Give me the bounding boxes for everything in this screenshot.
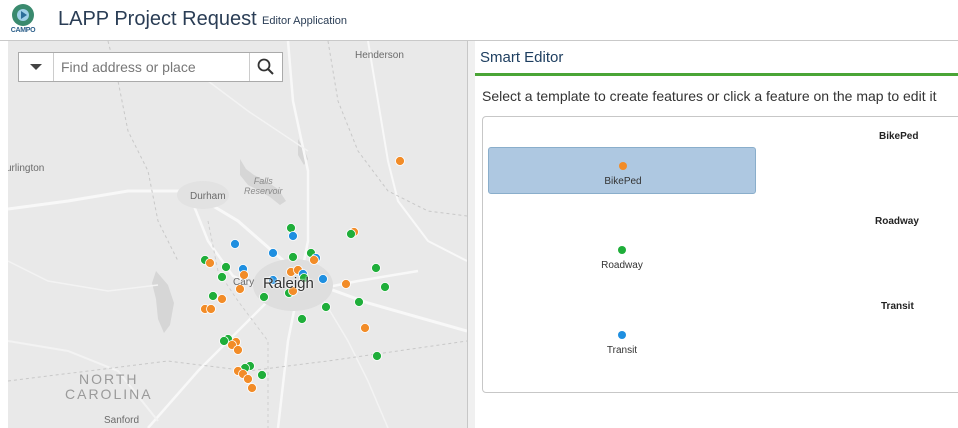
editor-instructions: Select a template to create features or …	[482, 88, 937, 104]
bikeped-feature-point[interactable]	[243, 374, 253, 384]
roadway-feature-point[interactable]	[297, 314, 307, 324]
roadway-feature-point[interactable]	[221, 262, 231, 272]
panel-title: Smart Editor	[480, 49, 564, 66]
label-durham: Durham	[190, 191, 226, 202]
label-falls-reservoir: Falls Reservoir	[244, 176, 283, 196]
bikeped-feature-point[interactable]	[341, 279, 351, 289]
roadway-feature-point[interactable]	[208, 291, 218, 301]
roadway-feature-point[interactable]	[257, 370, 267, 380]
bikeped-feature-point[interactable]	[395, 156, 405, 166]
transit-feature-point[interactable]	[288, 231, 298, 241]
roadway-feature-point[interactable]	[286, 223, 296, 233]
template-label: BikePed	[604, 176, 642, 187]
group-heading-transit: Transit	[881, 301, 914, 312]
template-label: Roadway	[601, 260, 643, 271]
roadway-feature-point[interactable]	[380, 282, 390, 292]
roadway-feature-point[interactable]	[259, 292, 269, 302]
panel-accent-bar	[475, 73, 958, 76]
template-roadway[interactable]: Roadway	[488, 232, 756, 279]
template-label: Transit	[606, 345, 638, 356]
roadway-feature-point[interactable]	[219, 336, 229, 346]
roadway-feature-point[interactable]	[288, 252, 298, 262]
roadway-feature-point[interactable]	[354, 297, 364, 307]
bikeped-feature-point[interactable]	[205, 258, 215, 268]
roadway-feature-point[interactable]	[371, 263, 381, 273]
caret-down-icon	[30, 64, 42, 70]
bikeped-feature-point[interactable]	[233, 345, 243, 355]
bikeped-feature-point[interactable]	[247, 383, 257, 393]
template-transit[interactable]: Transit	[488, 317, 756, 364]
template-bikeped[interactable]: BikePed	[488, 147, 756, 194]
panel-header: Smart Editor	[475, 41, 958, 73]
play-icon	[21, 11, 27, 19]
roadway-feature-point[interactable]	[321, 302, 331, 312]
search-input[interactable]	[61, 57, 241, 77]
bikeped-feature-point[interactable]	[217, 294, 227, 304]
bikeped-feature-point[interactable]	[309, 255, 319, 265]
group-heading-roadway: Roadway	[875, 216, 919, 227]
search-icon	[257, 58, 274, 75]
label-north-carolina: NORTH CAROLINA	[65, 371, 153, 402]
app-title: LAPP Project Request	[58, 8, 257, 30]
label-henderson: Henderson	[355, 50, 404, 61]
search-source-dropdown[interactable]	[19, 53, 54, 81]
roadway-feature-point[interactable]	[346, 229, 356, 239]
group-heading-bikeped: BikePed	[879, 131, 919, 142]
map-view[interactable]: Henderson urlington Durham Falls Reservo…	[8, 41, 467, 428]
template-picker: BikePed BikePed Roadway Roadway Transit …	[482, 116, 958, 393]
campo-logo: CAMPO	[8, 4, 38, 38]
transit-symbol-icon	[618, 331, 626, 339]
label-cary: Cary	[233, 277, 255, 288]
bikeped-feature-point[interactable]	[206, 304, 216, 314]
search-widget	[18, 52, 283, 82]
roadway-feature-point[interactable]	[372, 351, 382, 361]
app-header: CAMPO LAPP Project Request Editor Applic…	[0, 0, 958, 41]
feature-layer[interactable]	[8, 41, 467, 428]
roadway-feature-point[interactable]	[217, 272, 227, 282]
logo-text: CAMPO	[10, 27, 36, 34]
panel-splitter[interactable]	[467, 41, 475, 428]
label-sanford: Sanford	[104, 415, 140, 426]
transit-feature-point[interactable]	[268, 248, 278, 258]
app-subtitle: Editor Application	[262, 15, 347, 27]
search-button[interactable]	[249, 53, 282, 81]
smart-editor-panel: Smart Editor Select a template to create…	[475, 41, 958, 428]
bikeped-symbol-icon	[619, 162, 627, 170]
roadway-symbol-icon	[618, 246, 626, 254]
label-raleigh: Raleigh	[263, 275, 314, 292]
label-burlington: urlington	[8, 163, 45, 174]
transit-feature-point[interactable]	[230, 239, 240, 249]
bikeped-feature-point[interactable]	[360, 323, 370, 333]
transit-feature-point[interactable]	[318, 274, 328, 284]
